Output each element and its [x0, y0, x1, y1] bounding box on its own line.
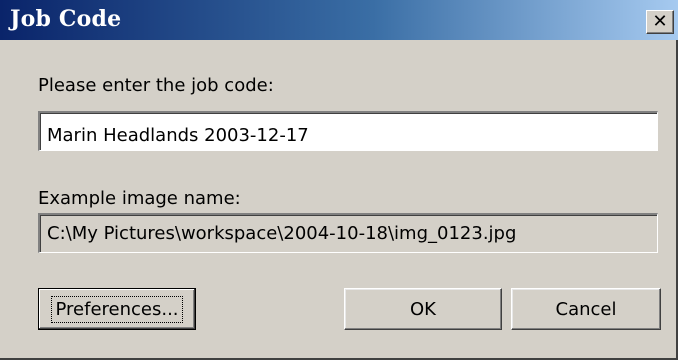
example-image-label: Example image name: — [38, 188, 241, 209]
job-code-input[interactable] — [38, 111, 658, 151]
job-code-dialog: Job Code ✕ Please enter the job code: Ex… — [0, 0, 678, 360]
job-code-label: Please enter the job code: — [38, 75, 274, 96]
example-image-field: C:\My Pictures\workspace\2004-10-18\img_… — [38, 213, 658, 253]
window-title: Job Code — [10, 6, 122, 32]
ok-button-label: OK — [410, 298, 436, 320]
cancel-button-label: Cancel — [555, 298, 617, 320]
ok-button[interactable]: OK — [344, 288, 502, 330]
close-icon: ✕ — [652, 11, 668, 32]
preferences-button-label: Preferences... — [51, 295, 183, 323]
close-button[interactable]: ✕ — [646, 10, 674, 34]
preferences-button[interactable]: Preferences... — [38, 288, 196, 330]
title-bar[interactable]: Job Code ✕ — [0, 0, 678, 40]
cancel-button[interactable]: Cancel — [511, 288, 661, 330]
